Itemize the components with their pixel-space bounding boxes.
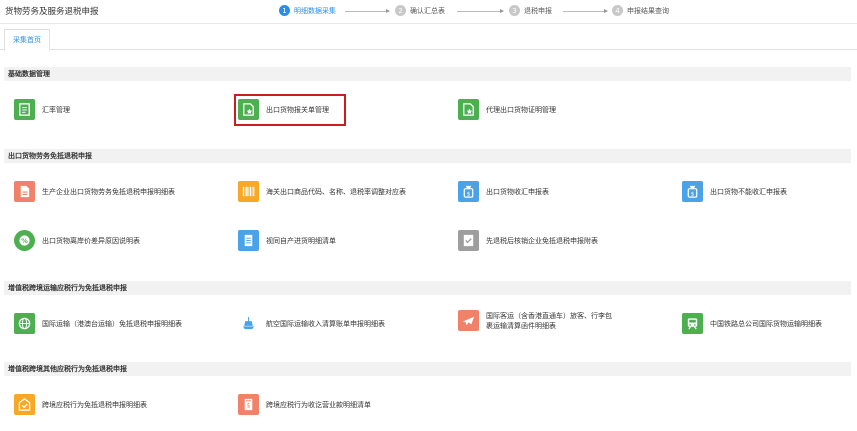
step-arrow: [457, 9, 504, 13]
section-cross-border-other: 增值税跨境其他应税行为免抵退税申报: [4, 362, 851, 376]
document-icon: [14, 181, 35, 202]
item-customs-code[interactable]: 海关出口商品代码、名称、退税率调整对应表: [238, 181, 406, 202]
item-production-detail[interactable]: 生产企业出口货物劳务免抵退税申报明细表: [14, 181, 175, 202]
item-intl-transport[interactable]: 国际运输（港澳台运输）免抵退税申报明细表: [14, 313, 182, 334]
step-arrow: [345, 9, 390, 13]
step-3[interactable]: 3 退税申报: [509, 5, 552, 16]
globe-icon: [14, 313, 35, 334]
item-label: 国际运输（港澳台运输）免抵退税申报明细表: [42, 319, 182, 328]
svg-text:%: %: [21, 237, 28, 245]
item-forex-receipt[interactable]: $ 出口货物收汇申报表: [458, 181, 549, 202]
item-label: 出口货物不能收汇申报表: [710, 187, 787, 196]
tab-bar: 采集首页: [0, 28, 857, 51]
item-exchange-rate[interactable]: 汇率管理: [14, 99, 70, 120]
step-label: 退税申报: [524, 6, 552, 15]
money-bag-icon: $: [458, 181, 479, 202]
item-label: 跨境应税行为免抵退税申报明细表: [42, 400, 147, 409]
selection-highlight: [234, 94, 346, 126]
item-self-produced[interactable]: 视同自产进货明细清单: [238, 230, 336, 251]
item-fob-difference[interactable]: % 出口货物离岸价差异原因说明表: [14, 230, 140, 251]
item-label: 视同自产进货明细清单: [266, 236, 336, 245]
document-check-icon: [14, 394, 35, 415]
ship-icon: [238, 313, 259, 334]
step-number: 3: [509, 5, 520, 16]
item-label: 汇率管理: [42, 105, 70, 114]
step-number: 2: [395, 5, 406, 16]
barcode-icon: [238, 181, 259, 202]
item-forex-unable[interactable]: $ 出口货物不能收汇申报表: [682, 181, 787, 202]
item-cross-border-detail[interactable]: 跨境应税行为免抵退税申报明细表: [14, 394, 147, 415]
step-label: 申报结果查询: [627, 6, 669, 15]
document-icon: [14, 99, 35, 120]
airplane-icon: [458, 310, 479, 331]
item-label: 中国铁路总公司国际货物运输明细表: [710, 319, 822, 328]
item-label: 海关出口商品代码、名称、退税率调整对应表: [266, 187, 406, 196]
step-progress: 1 明细数据采集 2 确认汇总表 3 退税申报 4 申报结果查询: [0, 0, 857, 24]
svg-text:$: $: [247, 402, 251, 409]
step-1[interactable]: 1 明细数据采集: [279, 5, 336, 16]
item-label: 跨境应税行为收讫营业款明细清单: [266, 400, 371, 409]
receipt-icon: $: [238, 394, 259, 415]
list-doc-icon: [238, 230, 259, 251]
document-star-icon: [458, 99, 479, 120]
checklist-icon: [458, 230, 479, 251]
app-header: 货物劳务及服务退税申报 1 明细数据采集 2 确认汇总表 3 退税申报 4 申报…: [0, 0, 857, 24]
step-label: 确认汇总表: [410, 6, 445, 15]
item-railway-freight[interactable]: 中国铁路总公司国际货物运输明细表: [682, 313, 822, 334]
item-label: 航空国际运输收入清算账单申报明细表: [266, 319, 385, 328]
step-2[interactable]: 2 确认汇总表: [395, 5, 445, 16]
step-label: 明细数据采集: [294, 6, 336, 15]
section-basic-data: 基础数据管理: [4, 67, 851, 81]
money-bag-icon: $: [682, 181, 703, 202]
svg-text:$: $: [467, 192, 471, 198]
item-label: 代理出口货物证明管理: [486, 105, 556, 114]
train-icon: [682, 313, 703, 334]
item-aviation-settlement[interactable]: 航空国际运输收入清算账单申报明细表: [238, 313, 385, 334]
section-cross-border-transport: 增值税跨境运输应税行为免抵退税申报: [4, 281, 851, 295]
item-label: 出口货物收汇申报表: [486, 187, 549, 196]
step-number: 1: [279, 5, 290, 16]
item-label: 先退税后核销企业免抵退税申报附表: [486, 236, 598, 245]
item-cross-border-receipts[interactable]: $ 跨境应税行为收讫营业款明细清单: [238, 394, 371, 415]
step-arrow: [563, 9, 608, 13]
step-number: 4: [612, 5, 623, 16]
item-intl-passenger[interactable]: 国际客运（含香港直通车）旅客、行李包裹运输清算函件明细表: [458, 310, 616, 331]
item-refund-first[interactable]: 先退税后核销企业免抵退税申报附表: [458, 230, 598, 251]
item-label: 国际客运（含香港直通车）旅客、行李包裹运输清算函件明细表: [486, 311, 612, 330]
section-export-goods: 出口货物劳务免抵退税申报: [4, 149, 851, 163]
item-label: 生产企业出口货物劳务免抵退税申报明细表: [42, 187, 175, 196]
step-4[interactable]: 4 申报结果查询: [612, 5, 669, 16]
percent-icon: %: [14, 230, 35, 251]
item-agent-export-cert[interactable]: 代理出口货物证明管理: [458, 99, 556, 120]
svg-text:$: $: [691, 192, 695, 198]
tab-collection-home[interactable]: 采集首页: [4, 29, 50, 51]
item-label: 出口货物离岸价差异原因说明表: [42, 236, 140, 245]
